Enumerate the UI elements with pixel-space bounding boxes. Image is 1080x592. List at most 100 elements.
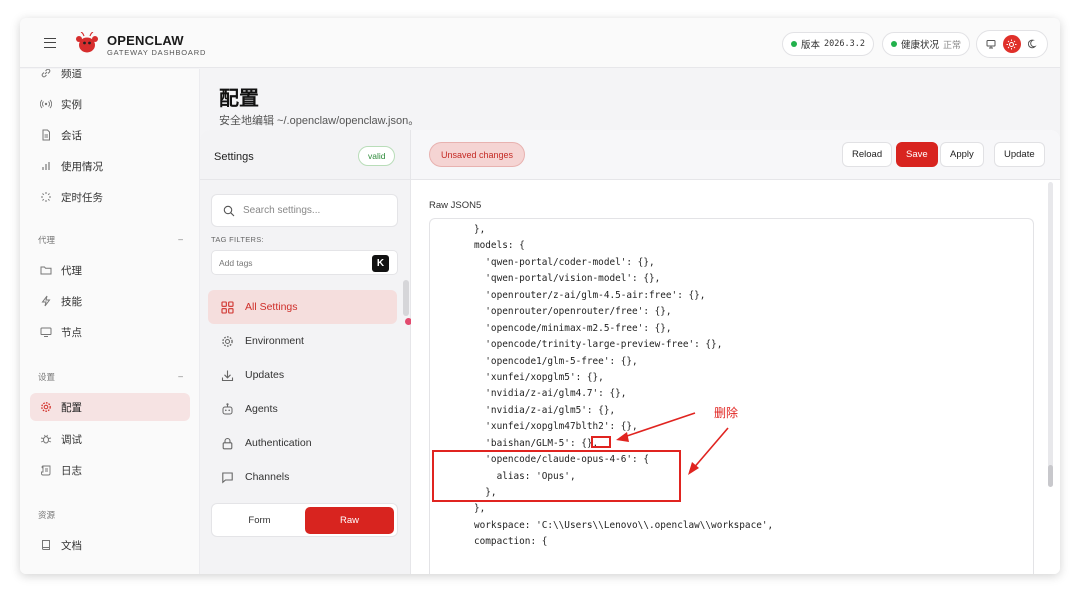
sun-icon[interactable] — [1002, 35, 1021, 53]
tag-filter-field[interactable]: K — [211, 250, 398, 275]
nav-item-nodes[interactable]: 节点 — [30, 318, 190, 346]
raw-json-editor[interactable]: }, models: { 'qwen-portal/coder-model': {… — [429, 218, 1034, 574]
apply-button[interactable]: Apply — [940, 142, 984, 167]
nav-item-logs[interactable]: 日志 — [30, 456, 190, 484]
menu-icon[interactable] — [44, 38, 56, 48]
nav-item-label: 定时任务 — [61, 191, 103, 204]
grid-icon — [220, 300, 234, 314]
code-line[interactable]: compaction: { — [474, 534, 773, 550]
brand-subtitle: GATEWAY DASHBOARD — [107, 48, 207, 57]
code-line[interactable]: 'opencode/minimax-m2.5-free': {}, — [474, 321, 773, 337]
update-button[interactable]: Update — [994, 142, 1045, 167]
code-line[interactable]: 'nvidia/z-ai/glm4.7': {}, — [474, 386, 773, 402]
section-label: Updates — [245, 369, 285, 381]
code-line[interactable]: 'opencode/trinity-large-preview-free': {… — [474, 337, 773, 353]
nav-item-label: 配置 — [61, 401, 82, 414]
code-line[interactable]: 'opencode1/glm-5-free': {}, — [474, 354, 773, 370]
nav-item-label: 技能 — [61, 295, 82, 308]
monitor-icon[interactable] — [982, 35, 1000, 53]
annotation-small-box — [591, 436, 611, 448]
code-line[interactable]: 'xunfei/xopglm5': {}, — [474, 370, 773, 386]
section-all-settings[interactable]: All Settings — [208, 290, 397, 324]
settings-main: Unsaved changes Reload Save Apply Update… — [411, 130, 1060, 574]
section-label: Environment — [245, 335, 304, 347]
nav-item-channels[interactable]: 频道 — [30, 69, 190, 87]
search-icon — [223, 205, 235, 216]
chat-icon — [220, 470, 234, 484]
robot-icon — [220, 402, 234, 416]
sidebar-nav: 频道 实例 会话 使用情况 定时任务 代理 – 代理 技能 节点 设置 – 配置… — [20, 69, 200, 574]
section-channels[interactable]: Channels — [208, 460, 397, 494]
settings-panel: Settings valid TAG FILTERS: K All Settin… — [200, 130, 1060, 574]
nav-item-label: 调试 — [61, 433, 82, 446]
nav-section-agents[interactable]: 代理 – — [38, 234, 183, 246]
section-authentication[interactable]: Authentication — [208, 426, 397, 460]
nav-section-settings[interactable]: 设置 – — [38, 371, 183, 383]
gear-icon — [220, 334, 234, 348]
form-mode-tab[interactable]: Form — [215, 507, 304, 534]
status-dot-icon — [891, 41, 897, 47]
mode-toggle: Form Raw — [211, 503, 398, 537]
page-title: 配置 — [219, 88, 259, 110]
collapse-icon: – — [178, 234, 183, 244]
nav-item-usage[interactable]: 使用情况 — [30, 152, 190, 180]
version-pill: 版本 2026.3.2 — [782, 32, 874, 56]
nav-item-label: 会话 — [61, 129, 82, 142]
nav-item-agents[interactable]: 代理 — [30, 256, 190, 284]
nav-item-debug[interactable]: 调试 — [30, 425, 190, 453]
nav-item-config[interactable]: 配置 — [30, 393, 190, 421]
section-label: All Settings — [245, 301, 298, 313]
zap-icon — [40, 295, 52, 307]
nav-item-instances[interactable]: 实例 — [30, 90, 190, 118]
settings-toolbar: Unsaved changes Reload Save Apply Update — [411, 130, 1060, 180]
bar-chart-icon — [40, 160, 52, 172]
code-line[interactable]: models: { — [474, 238, 773, 254]
code-line[interactable]: workspace: 'C:\\Users\\Lenovo\\.openclaw… — [474, 518, 773, 534]
radio-icon — [40, 98, 52, 110]
status-dot-icon — [791, 41, 797, 47]
health-value: 正常 — [943, 39, 962, 50]
loader-icon — [40, 191, 52, 203]
section-agents[interactable]: Agents — [208, 392, 397, 426]
moon-icon[interactable] — [1024, 35, 1042, 53]
section-label: Agents — [245, 403, 278, 415]
code-line[interactable]: 'openrouter/openrouter/free': {}, — [474, 304, 773, 320]
nav-section-label: 设置 — [38, 372, 56, 382]
monitor-icon — [40, 326, 52, 338]
nav-section-resources[interactable]: 资源 — [38, 509, 183, 521]
nav-item-skills[interactable]: 技能 — [30, 287, 190, 315]
version-label: 版本 — [801, 40, 821, 51]
editor-scrollbar-thumb[interactable] — [1048, 465, 1053, 487]
nav-section-label: 资源 — [38, 510, 56, 520]
raw-json5-label: Raw JSON5 — [429, 200, 482, 211]
code-line[interactable]: 'qwen-portal/vision-model': {}, — [474, 271, 773, 287]
code-line[interactable]: 'qwen-portal/coder-model': {}, — [474, 255, 773, 271]
code-line[interactable]: }, — [474, 222, 773, 238]
nav-item-sessions[interactable]: 会话 — [30, 121, 190, 149]
raw-mode-tab[interactable]: Raw — [305, 507, 394, 534]
code-line[interactable]: 'xunfei/xopglm47blth2': {}, — [474, 419, 773, 435]
code-line[interactable]: 'openrouter/z-ai/glm-4.5-air:free': {}, — [474, 288, 773, 304]
save-button[interactable]: Save — [896, 142, 938, 167]
settings-title: Settings — [214, 151, 254, 163]
nav-item-cron[interactable]: 定时任务 — [30, 183, 190, 211]
book-icon — [40, 539, 52, 551]
tag-picker-button[interactable]: K — [372, 255, 389, 272]
valid-badge: valid — [358, 146, 396, 166]
link-icon — [40, 69, 52, 79]
sidebar-scrollbar[interactable] — [403, 280, 409, 316]
health-label: 健康状况 — [901, 40, 940, 51]
search-input[interactable] — [243, 205, 393, 216]
reload-button[interactable]: Reload — [842, 142, 893, 167]
settings-search[interactable] — [211, 194, 398, 227]
code-line[interactable]: }, — [474, 501, 773, 517]
tag-input[interactable] — [219, 257, 359, 268]
section-updates[interactable]: Updates — [208, 358, 397, 392]
bug-icon — [40, 433, 52, 445]
annotation-delete-label: 删除 — [714, 406, 739, 420]
nav-item-label: 日志 — [61, 464, 82, 477]
top-bar: OPENCLAW GATEWAY DASHBOARD 版本 2026.3.2 健… — [20, 18, 1060, 68]
section-label: Channels — [245, 471, 290, 483]
nav-item-docs[interactable]: 文档 — [30, 531, 190, 559]
section-environment[interactable]: Environment — [208, 324, 397, 358]
